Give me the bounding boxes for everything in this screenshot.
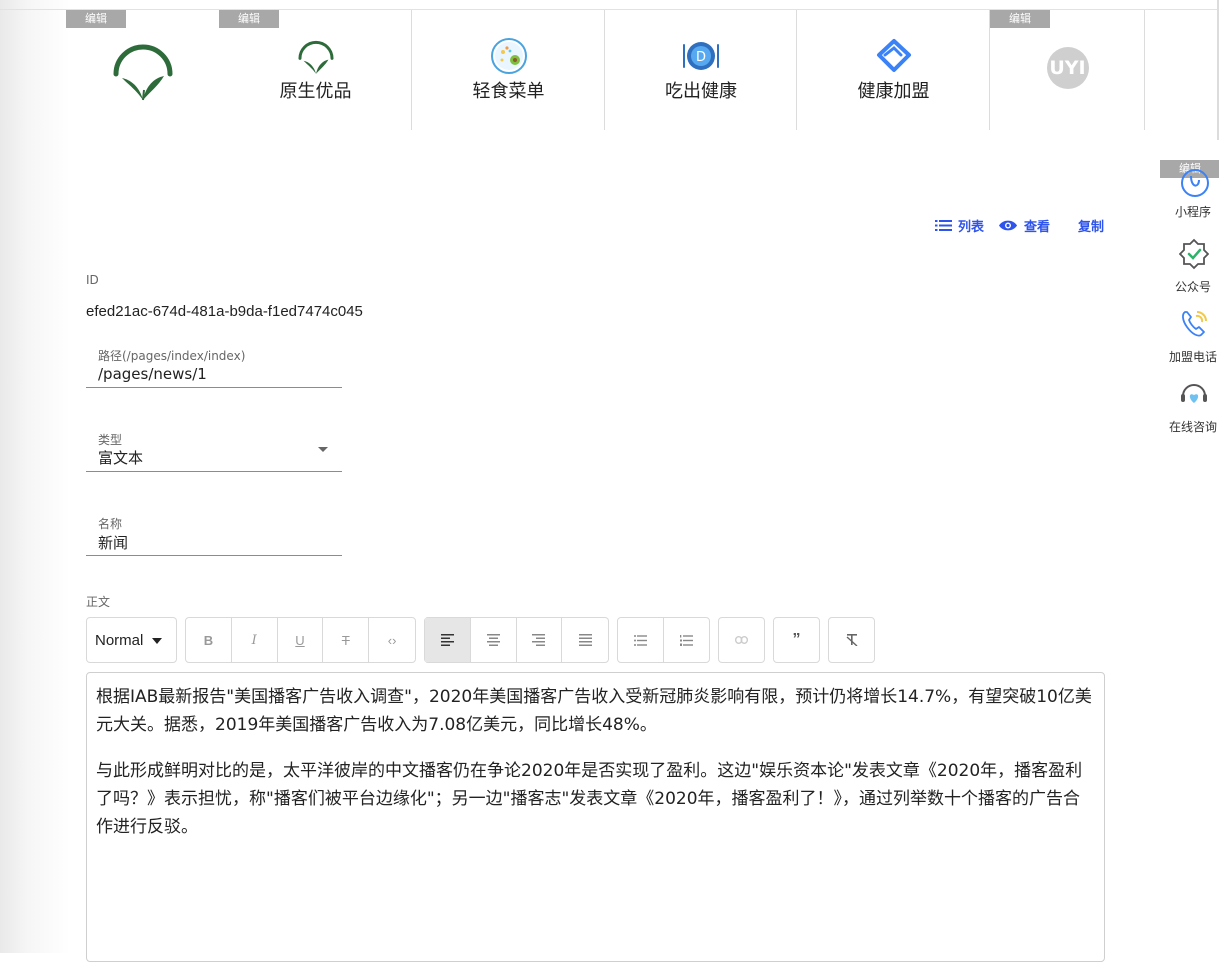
bullet-list-icon — [633, 634, 647, 646]
side-item-label: 加盟电话 — [1168, 350, 1217, 364]
id-value: efed21ac-674d-481a-b9da-f1ed7474c045 — [86, 303, 363, 320]
id-label: ID — [86, 273, 99, 287]
chevron-down-icon[interactable] — [318, 447, 328, 452]
link-button[interactable] — [719, 618, 764, 662]
view-link[interactable]: 查看 — [998, 216, 1050, 235]
quote-button[interactable]: ” — [774, 618, 819, 662]
editor-paragraph: 与此形成鲜明对比的是，太平洋彼岸的中文播客仍在争论2020年是否实现了盈利。这边… — [96, 761, 1083, 837]
clear-format-button[interactable] — [829, 618, 874, 662]
type-select-underline — [86, 471, 342, 472]
ordered-list-icon — [679, 634, 693, 646]
align-justify-button[interactable] — [562, 618, 608, 662]
nav-item-jiameng[interactable]: 健康加盟 — [797, 10, 990, 130]
bullet-list-button[interactable] — [618, 618, 664, 662]
format-select-value: Normal — [95, 631, 144, 649]
type-select[interactable]: 富文本 — [98, 447, 338, 468]
list-group — [617, 617, 710, 663]
align-center-button[interactable] — [471, 618, 517, 662]
side-item-label: 在线咨询 — [1168, 420, 1217, 434]
name-input-underline — [86, 555, 342, 556]
support-headset-icon — [1181, 384, 1207, 403]
handshake-icon — [876, 39, 911, 72]
top-nav: 编辑 编辑 原生优品 轻食菜单 D 吃出健康 健康加盟 编辑 UYI — [66, 10, 1146, 130]
path-input[interactable]: /pages/news/1 — [98, 365, 338, 383]
align-justify-icon — [578, 634, 592, 646]
nav-item-label: 轻食菜单 — [472, 81, 545, 102]
nav-item-logo[interactable]: 编辑 — [66, 10, 219, 130]
copy-link-label: 复制 — [1078, 220, 1105, 235]
type-label: 类型 — [98, 433, 123, 447]
code-button[interactable]: ‹› — [369, 618, 415, 662]
side-item-label: 小程序 — [1174, 205, 1211, 219]
nav-item-qingshi[interactable]: 轻食菜单 — [412, 10, 605, 130]
strike-icon: T — [341, 632, 350, 648]
plate-utensils-icon: D — [683, 42, 719, 70]
nav-item-label: 健康加盟 — [857, 81, 930, 102]
svg-text:D: D — [696, 50, 706, 65]
phone-icon — [1182, 311, 1207, 337]
nav-item-yuansheng[interactable]: 编辑 原生优品 — [219, 10, 412, 130]
name-label: 名称 — [98, 517, 123, 531]
italic-button[interactable]: I — [232, 618, 278, 662]
leaf-logo-icon — [113, 44, 172, 101]
list-link-label: 列表 — [958, 220, 985, 235]
nav-item-label: 原生优品 — [279, 81, 352, 102]
edit-badge[interactable]: 编辑 — [990, 10, 1050, 28]
nav-item-uyi[interactable]: 编辑 UYI — [990, 10, 1145, 130]
side-item-label: 公众号 — [1174, 280, 1211, 294]
clear-format-group — [828, 617, 875, 663]
nav-separator — [1144, 10, 1145, 130]
align-left-button[interactable] — [425, 618, 471, 662]
quote-group: ” — [773, 617, 820, 663]
path-label: 路径(/pages/index/index) — [98, 349, 246, 363]
name-input[interactable]: 新闻 — [98, 532, 338, 553]
italic-icon: I — [251, 632, 257, 648]
bold-icon: B — [203, 632, 214, 648]
quote-icon: ” — [792, 631, 801, 648]
chevron-down-icon — [152, 638, 162, 644]
path-input-underline — [86, 387, 342, 388]
link-group — [718, 617, 765, 663]
underline-icon: U — [295, 632, 305, 648]
align-right-icon — [532, 634, 546, 646]
strike-button[interactable]: T — [323, 618, 370, 662]
underline-button[interactable]: U — [278, 618, 324, 662]
edit-badge[interactable]: 编辑 — [219, 10, 279, 28]
list-link[interactable]: 列表 — [935, 216, 984, 235]
view-link-label: 查看 — [1024, 220, 1051, 235]
copy-link[interactable]: 复制 — [1078, 216, 1104, 235]
edit-badge[interactable]: 编辑 — [66, 10, 126, 28]
nav-item-chichu[interactable]: D 吃出健康 — [605, 10, 797, 130]
mini-program-icon — [1181, 169, 1209, 197]
code-icon: ‹› — [387, 632, 397, 648]
rich-text-editor[interactable]: 根据IAB最新报告"美国播客广告收入调查"，2020年美国播客广告收入受新冠肺炎… — [86, 672, 1105, 962]
list-icon — [935, 220, 952, 231]
ordered-list-button[interactable] — [664, 618, 710, 662]
nav-item-label: 吃出健康 — [665, 81, 737, 102]
leaf-logo-icon — [297, 40, 334, 74]
uyi-avatar-icon: UYI — [1046, 47, 1089, 89]
page-left-shadow — [0, 0, 70, 953]
align-right-button[interactable] — [517, 618, 563, 662]
eye-icon — [999, 220, 1017, 231]
official-account-icon — [1179, 238, 1209, 270]
align-center-icon — [486, 634, 500, 646]
align-left-icon — [440, 634, 454, 646]
bold-button[interactable]: B — [186, 618, 232, 662]
text-style-group: B I U T ‹› — [185, 617, 416, 663]
link-icon — [735, 636, 748, 644]
editor-paragraph: 根据IAB最新报告"美国播客广告收入调查"，2020年美国播客广告收入受新冠肺炎… — [96, 687, 1092, 735]
format-select[interactable]: Normal — [86, 617, 177, 663]
body-label: 正文 — [86, 595, 111, 609]
clear-format-icon — [846, 634, 857, 646]
align-group — [424, 617, 609, 663]
salad-bowl-icon — [490, 38, 527, 74]
